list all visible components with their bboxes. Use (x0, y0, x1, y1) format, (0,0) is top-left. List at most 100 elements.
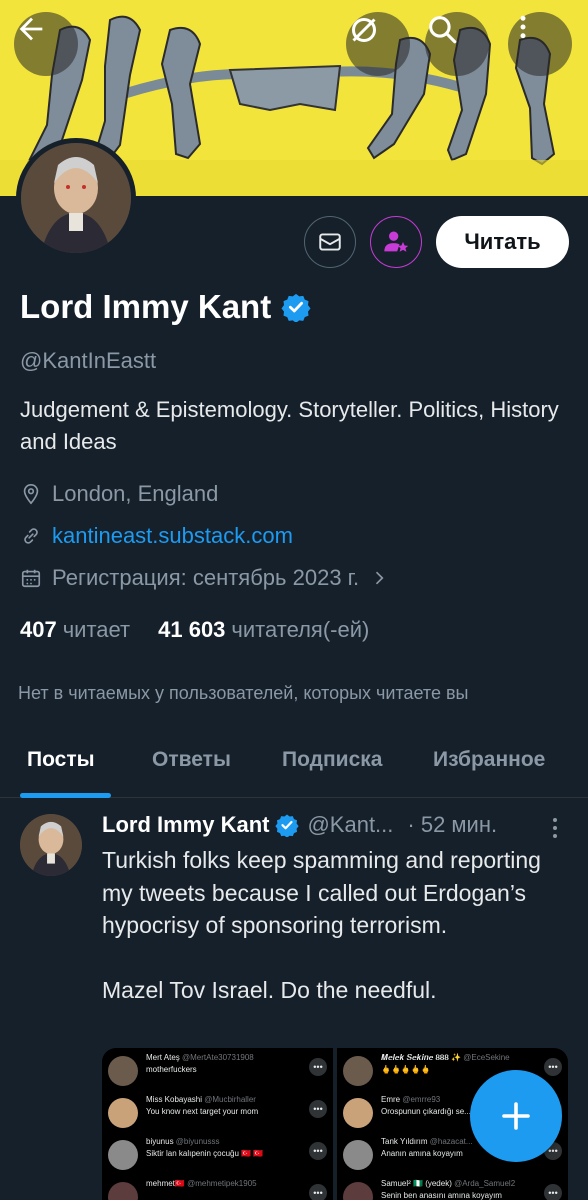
tab-likes[interactable]: Избранное (433, 748, 545, 772)
post-author-handle: @Kant... (307, 812, 394, 837)
plus-icon (502, 1102, 530, 1130)
reply-author: Mert Ateş (146, 1053, 183, 1062)
reply-avatar (343, 1182, 373, 1200)
verified-badge-icon[interactable] (281, 292, 311, 322)
reply-author: Tank Yıldırım (381, 1137, 430, 1146)
reply-more-icon: ••• (309, 1100, 327, 1118)
reply-item: mehmet🇹🇷 @mehmetipek1905 ••• (102, 1178, 333, 1200)
more-vertical-icon (520, 15, 526, 39)
post-author-avatar[interactable] (20, 814, 82, 876)
reply-avatar (108, 1182, 138, 1200)
compose-button[interactable] (470, 1070, 562, 1162)
reply-text: Miss Kobayashi @Mucbirhaller You know nex… (146, 1094, 316, 1118)
location-row: London, England (20, 481, 218, 507)
calendar-icon (21, 569, 41, 588)
chevron-right-icon (376, 571, 384, 585)
reply-body: 🖕🖕🖕🖕🖕 (381, 1065, 431, 1074)
translate-toggle-button[interactable] (346, 12, 410, 76)
reply-more-icon: ••• (309, 1184, 327, 1200)
reply-text: Mert Ateş @MertAte30731908 motherfuckers (146, 1052, 316, 1076)
reply-handle: @Arda_Samuel2 (454, 1179, 516, 1188)
media-image-left[interactable]: Mert Ateş @MertAte30731908 motherfuckers •… (102, 1048, 333, 1200)
reply-author: mehmet🇹🇷 (146, 1179, 188, 1188)
reply-body: You know next target your mom (146, 1107, 259, 1116)
profile-handle: @KantInEastt (20, 348, 157, 373)
followers-count: 41 603 (158, 617, 226, 642)
reply-author: Emre (381, 1095, 403, 1104)
profile-tabs: Посты Ответы Подписка Избранное (0, 740, 588, 798)
reply-handle: @Mucbirhaller (204, 1095, 256, 1104)
reply-author: biyunus (146, 1137, 176, 1146)
verified-badge-icon (275, 814, 300, 837)
tab-posts[interactable]: Посты (27, 748, 95, 772)
post-header: Lord Immy Kant @Kant... · 52 мин. (102, 812, 562, 838)
reply-body: Senin ben anasını amına koyayım (381, 1191, 502, 1200)
reply-author: Miss Kobayashi (146, 1095, 205, 1104)
reply-avatar (108, 1140, 138, 1170)
reply-handle: @MertAte30731908 (182, 1053, 254, 1062)
following-stat[interactable]: 407 читает (20, 617, 130, 643)
joined-row[interactable]: Регистрация: сентябрь 2023 г. (20, 565, 389, 591)
subscribe-button[interactable] (370, 216, 422, 268)
post-timestamp: · 52 мин. (407, 812, 498, 837)
reply-body: Siktir lan kalıpenin çocuğu 🇹🇷 🇹🇷 (146, 1149, 264, 1158)
search-icon (429, 16, 457, 44)
more-options-button[interactable] (508, 12, 572, 76)
following-count: 407 (20, 617, 57, 642)
joined-text: Регистрация: сентябрь 2023 г. (52, 565, 360, 590)
profile-bio: Judgement & Epistemology. Storyteller. P… (20, 397, 559, 454)
link-icon (24, 528, 38, 544)
reply-handle: @mehmetipek1905 (187, 1179, 257, 1188)
reply-item: Mert Ateş @MertAte30731908 motherfuckers •… (102, 1052, 333, 1092)
reply-avatar (343, 1056, 373, 1086)
followed-by-note: Нет в читаемых у пользователей, которых … (18, 683, 469, 703)
reply-more-icon: ••• (309, 1058, 327, 1076)
location-text: London, England (52, 481, 219, 506)
subscriber-star-icon (384, 231, 409, 252)
reply-item: biyunus @biyunusss Siktir lan kalıpenin ç… (102, 1136, 333, 1176)
reply-handle: @biyunusss (175, 1137, 220, 1146)
followers-label: читателя(-ей) (231, 617, 370, 642)
profile-name: Lord Immy Kant (20, 288, 272, 325)
followers-stat[interactable]: 41 603 читателя(-ей) (158, 617, 369, 643)
reply-body: Ananın amına koyayım (381, 1149, 463, 1158)
following-label: читает (62, 617, 131, 642)
search-button[interactable] (425, 12, 489, 76)
reply-more-icon: ••• (309, 1142, 327, 1160)
reply-handle: @hazacat... (429, 1137, 473, 1146)
reply-more-icon: ••• (544, 1184, 562, 1200)
reply-item: Miss Kobayashi @Mucbirhaller You know nex… (102, 1094, 333, 1134)
arrow-left-icon (19, 17, 43, 41)
reply-text: biyunus @biyunusss Siktir lan kalıpenin ç… (146, 1136, 316, 1160)
reply-author: Samuel² 🇳🇬 (yedek) (381, 1179, 455, 1188)
follow-stats: 407 читает 41 603 читателя(-ей) (20, 617, 369, 643)
reply-handle: @emrre93 (402, 1095, 441, 1104)
post-author-name[interactable]: Lord Immy Kant (102, 812, 269, 838)
reply-text: mehmet🇹🇷 @mehmetipek1905 (146, 1178, 316, 1190)
tab-replies[interactable]: Ответы (152, 748, 231, 772)
more-vertical-icon (553, 818, 557, 838)
reply-text: Samuel² 🇳🇬 (yedek) @Arda_Samuel2 Senin be… (381, 1178, 551, 1200)
reply-body: motherfuckers (146, 1065, 197, 1074)
reply-handle: @EceSekine (463, 1053, 510, 1062)
mail-icon (319, 233, 341, 251)
reply-more-icon: ••• (544, 1058, 562, 1076)
profile-avatar[interactable] (16, 138, 136, 258)
website-row[interactable]: kantineast.substack.com (20, 523, 293, 549)
reply-avatar (108, 1056, 138, 1086)
location-pin-icon (23, 484, 39, 505)
reply-item: Samuel² 🇳🇬 (yedek) @Arda_Samuel2 Senin be… (337, 1178, 568, 1200)
post-more-button[interactable] (548, 816, 562, 845)
post-text: Turkish folks keep spamming and reportin… (102, 847, 541, 1003)
avatar-portrait (21, 143, 131, 253)
avatar-portrait (20, 814, 82, 876)
message-button[interactable] (304, 216, 356, 268)
website-link[interactable]: kantineast.substack.com (52, 523, 293, 549)
reply-avatar (343, 1140, 373, 1170)
follow-button[interactable]: Читать (436, 216, 569, 268)
reply-author: 𝑴𝒆𝒍𝒆𝒌 𝑺𝒆𝒌𝒊𝒏𝒆 𝟖𝟖𝟖 ✨ (381, 1053, 464, 1062)
tab-subscriptions[interactable]: Подписка (282, 748, 382, 772)
no-translate-icon (352, 18, 376, 42)
back-button[interactable] (14, 12, 78, 76)
active-tab-indicator (20, 793, 111, 798)
